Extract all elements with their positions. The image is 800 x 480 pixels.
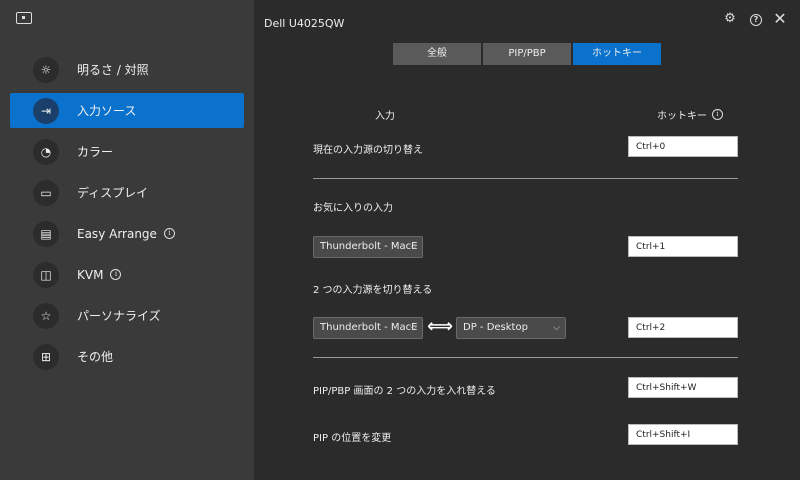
sidebar-item-label: カラー: [77, 145, 114, 159]
toggle-source-a-value: Thunderbolt - MacE: [320, 322, 418, 333]
layout-icon: ▤: [33, 220, 59, 247]
sidebar-item-kvm[interactable]: ◫ KVM i: [10, 257, 244, 292]
divider: [313, 357, 738, 358]
sidebar-item-label: パーソナライズ: [77, 309, 161, 323]
sidebar-item-others[interactable]: ⊞ その他: [10, 339, 244, 374]
sidebar-item-color[interactable]: ◔ カラー: [10, 134, 244, 169]
sidebar-item-input-source[interactable]: ⇥ 入力ソース: [10, 93, 244, 128]
others-icon: ⊞: [33, 343, 59, 370]
input-icon: ⇥: [33, 97, 59, 124]
sidebar: ☼ 明るさ / 対照 ⇥ 入力ソース ◔ カラー ▭ ディスプレイ ▤ Easy…: [0, 0, 254, 480]
pip-position-hotkey-field[interactable]: Ctrl+Shift+I: [628, 424, 738, 445]
info-icon[interactable]: i: [163, 228, 175, 239]
info-icon[interactable]: i: [712, 109, 723, 120]
column-header-hotkey: ホットキー i: [657, 107, 723, 122]
toggle-source-a-select[interactable]: Thunderbolt - MacE ⌵: [313, 317, 423, 339]
tab-general[interactable]: 全般: [393, 43, 481, 65]
gear-icon[interactable]: ⚙: [721, 10, 739, 28]
chevron-down-icon: ⌵: [410, 323, 417, 333]
sidebar-item-label: ディスプレイ: [77, 186, 149, 200]
tab-pip-pbp[interactable]: PIP/PBP: [483, 43, 571, 65]
chevron-down-icon: ⌵: [410, 242, 417, 252]
sidebar-item-label: その他: [77, 350, 114, 364]
toggle-sources-label: 2 つの入力源を切り替える: [313, 285, 433, 296]
sidebar-item-label: Easy Arrange: [77, 226, 157, 241]
kvm-icon: ◫: [33, 261, 59, 288]
tab-hotkeys[interactable]: ホットキー: [573, 43, 661, 65]
toggle-sources-hotkey-field[interactable]: Ctrl+2: [628, 317, 738, 338]
toggle-source-b-select[interactable]: DP - Desktop ⌵: [456, 317, 566, 339]
sidebar-item-label: 入力ソース: [77, 104, 137, 118]
sun-icon: ☼: [33, 56, 59, 83]
app-monitor-icon: [16, 12, 32, 24]
sidebar-item-personalize[interactable]: ☆ パーソナライズ: [10, 298, 244, 333]
tab-bar: 全般 PIP/PBP ホットキー: [393, 43, 661, 65]
divider: [313, 178, 738, 179]
monitor-icon: ▭: [33, 179, 59, 206]
sidebar-item-display[interactable]: ▭ ディスプレイ: [10, 175, 244, 210]
favorite-input-value: Thunderbolt - MacE: [320, 241, 418, 252]
sidebar-item-easy-arrange[interactable]: ▤ Easy Arrange i: [10, 216, 244, 251]
sidebar-item-brightness[interactable]: ☼ 明るさ / 対照: [10, 52, 244, 87]
favorite-input-hotkey-field[interactable]: Ctrl+1: [628, 236, 738, 257]
favorite-input-select[interactable]: Thunderbolt - MacE ⌵: [313, 236, 423, 258]
chevron-down-icon: ⌵: [553, 323, 560, 333]
window-title: Dell U4025QW: [264, 17, 345, 30]
column-header-hotkey-label: ホットキー: [657, 111, 707, 122]
help-icon[interactable]: ?: [747, 10, 765, 28]
toggle-source-b-value: DP - Desktop: [463, 322, 528, 333]
favorite-input-label: お気に入りの入力: [313, 203, 393, 214]
pip-swap-label: PIP/PBP 画面の 2 つの入力を入れ替える: [313, 386, 496, 397]
sidebar-item-label: KVM: [77, 267, 104, 282]
star-icon: ☆: [33, 302, 59, 329]
pip-position-label: PIP の位置を変更: [313, 433, 392, 444]
sidebar-item-label: 明るさ / 対照: [77, 63, 149, 77]
column-header-input: 入力: [375, 111, 395, 122]
switch-source-hotkey-field[interactable]: Ctrl+0: [628, 136, 738, 157]
pip-swap-hotkey-field[interactable]: Ctrl+Shift+W: [628, 377, 738, 398]
palette-icon: ◔: [33, 138, 59, 165]
swap-arrow-icon: ⟺: [427, 316, 453, 337]
close-icon[interactable]: ✕: [771, 10, 789, 28]
switch-source-label: 現在の入力源の切り替え: [313, 145, 423, 156]
info-icon[interactable]: i: [110, 269, 122, 280]
